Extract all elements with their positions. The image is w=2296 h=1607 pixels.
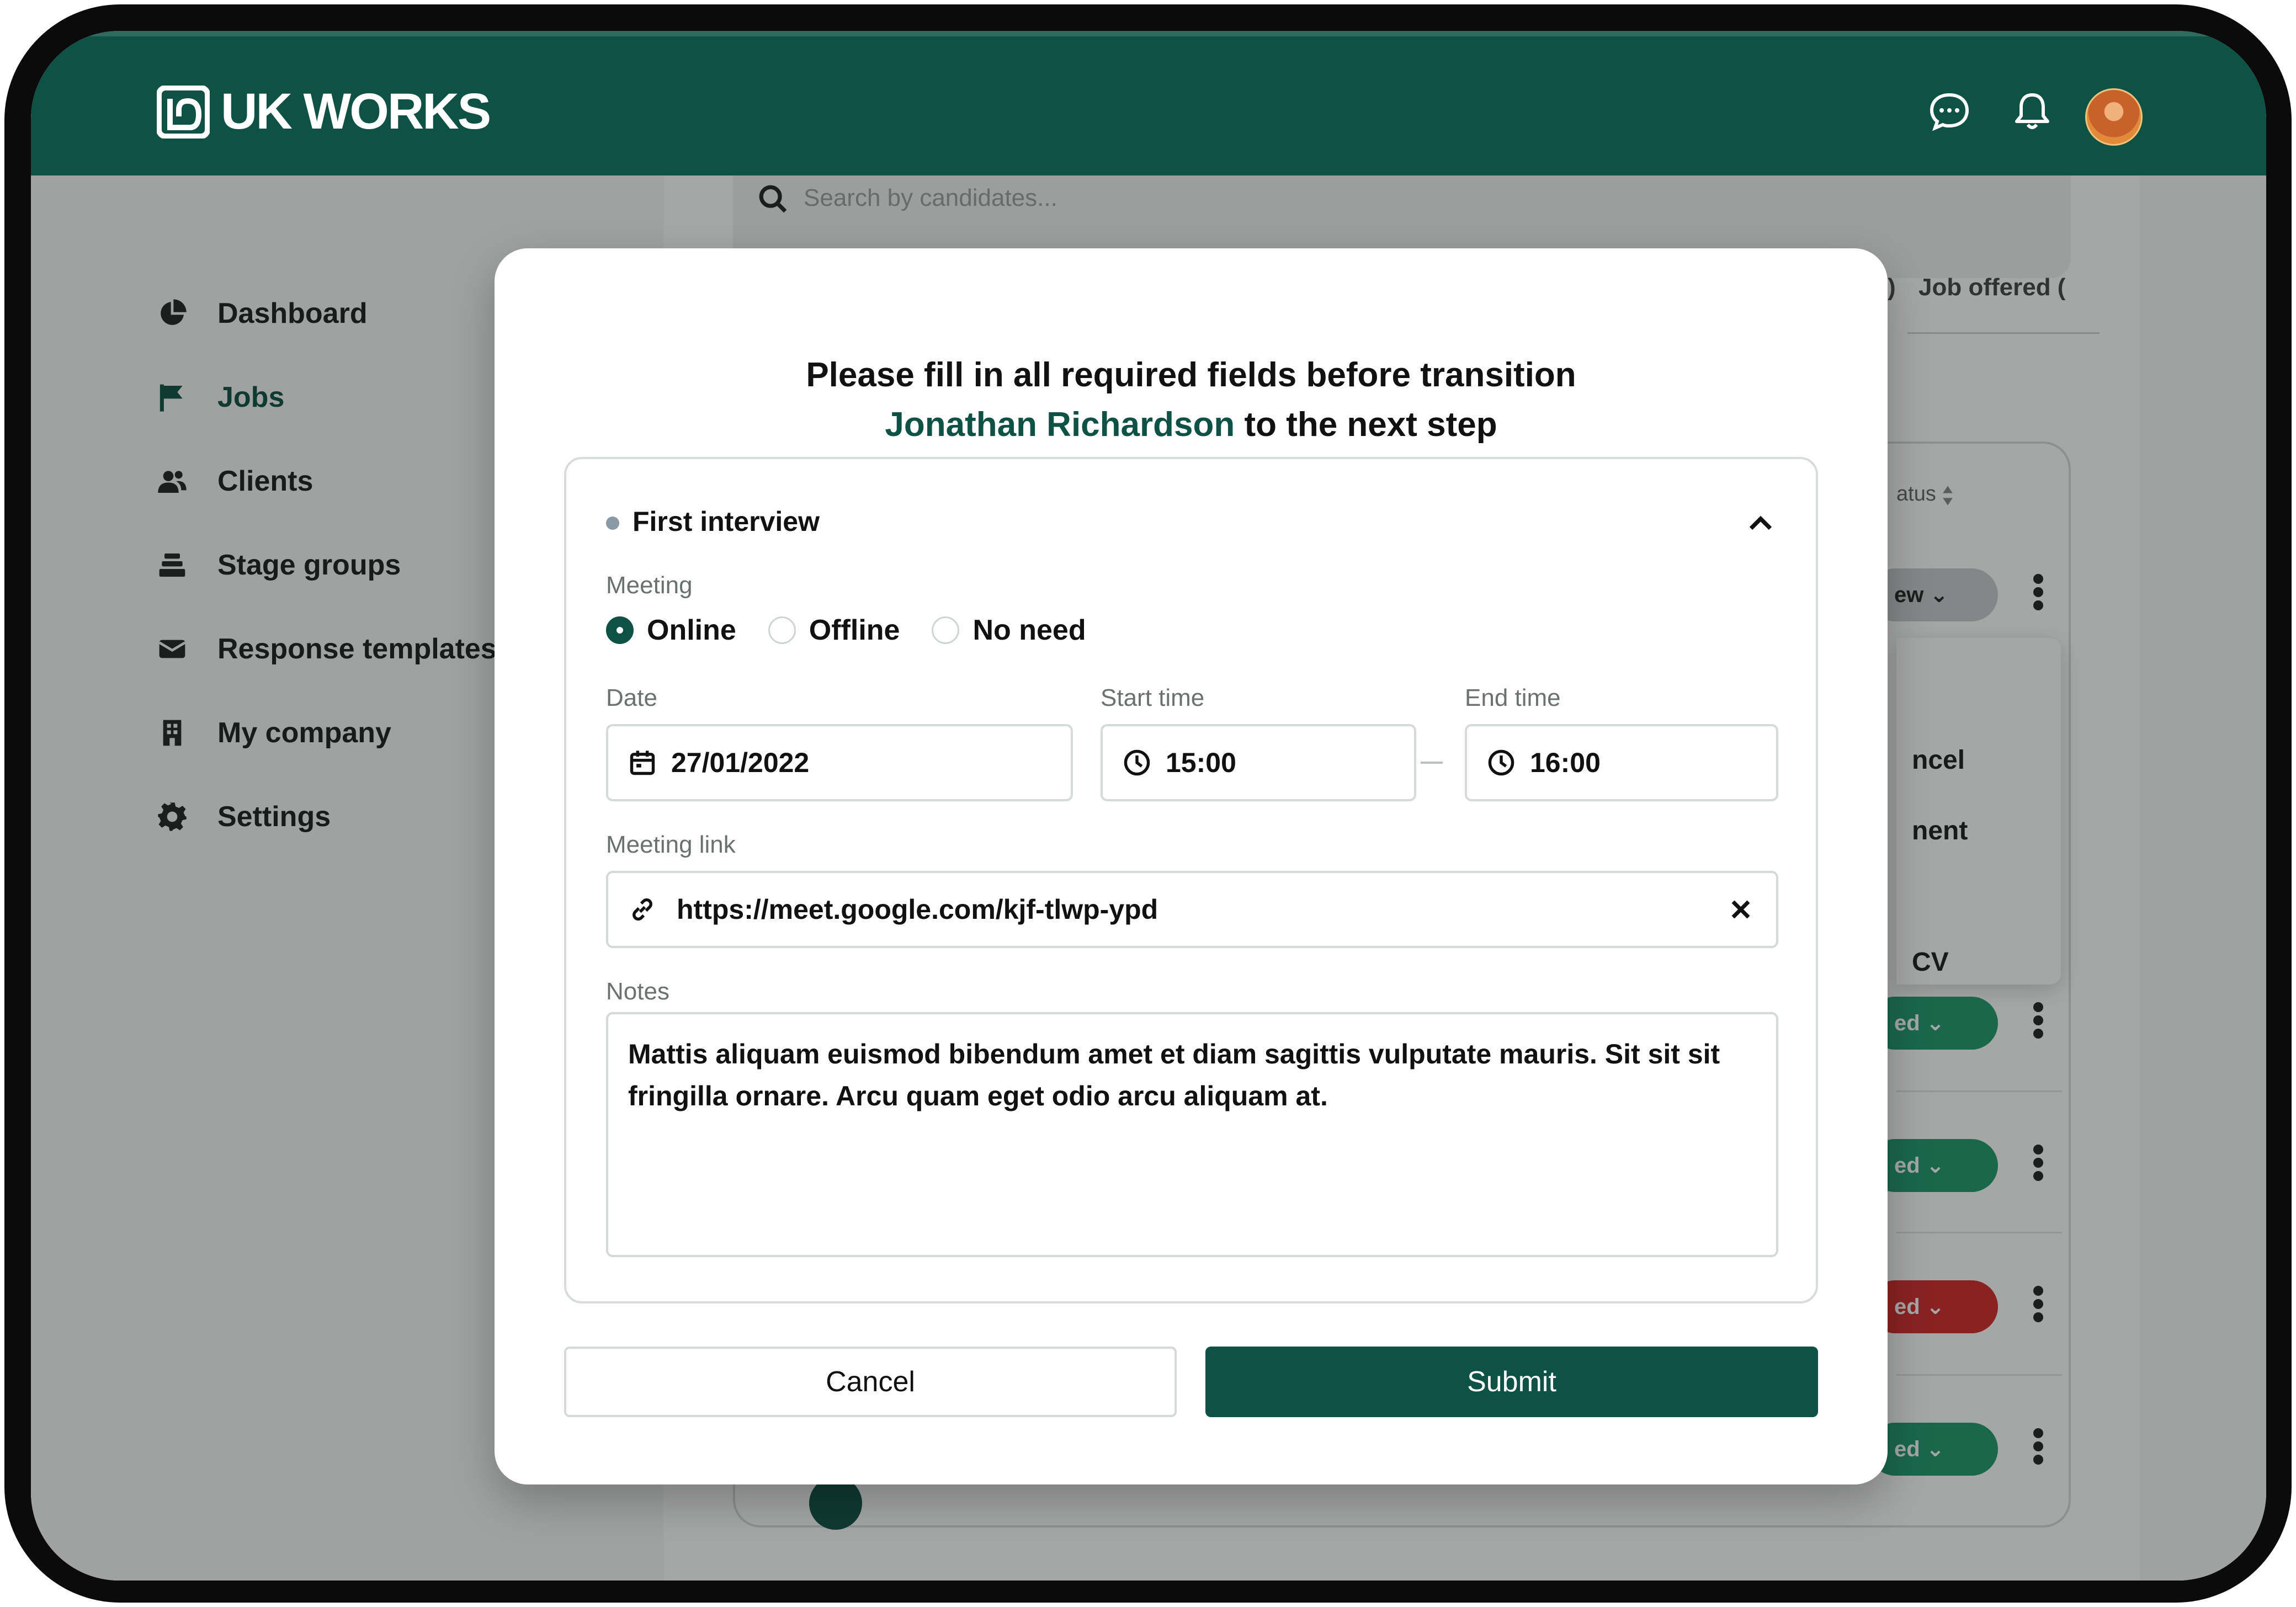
- end-time-field[interactable]: 16:00: [1465, 724, 1778, 801]
- notes-textarea[interactable]: Mattis aliquam euismod bibendum amet et …: [606, 1012, 1778, 1257]
- chat-icon[interactable]: [1927, 89, 1971, 134]
- meeting-label: Meeting: [606, 572, 693, 599]
- radio-no-need[interactable]: No need: [932, 614, 1086, 647]
- meeting-radio-group: Online Offline No need: [606, 614, 1118, 647]
- section-title: First interview: [633, 506, 820, 537]
- date-label: Date: [606, 684, 657, 711]
- meeting-link-field[interactable]: https://meet.google.com/kjf-tlwp-ypd: [606, 871, 1778, 948]
- submit-button[interactable]: Submit: [1205, 1347, 1818, 1417]
- top-bar: UK WORKS: [31, 31, 2266, 175]
- radio-button[interactable]: [932, 616, 960, 644]
- app-screen: UK WORKS Dashboard Jobs Clients Stage gr…: [31, 31, 2266, 1581]
- clock-icon: [1488, 749, 1514, 776]
- modal-subtitle: Jonathan Richardson to the next step: [495, 405, 1888, 444]
- link-icon: [633, 898, 652, 921]
- time-range-separator: [1421, 762, 1443, 764]
- notes-label: Notes: [606, 978, 669, 1005]
- meeting-link-label: Meeting link: [606, 831, 736, 858]
- modal-subtitle-suffix: to the next step: [1235, 406, 1497, 444]
- transition-modal: Please fill in all required fields befor…: [495, 248, 1888, 1484]
- avatar[interactable]: [2085, 88, 2143, 146]
- close-icon[interactable]: [1728, 896, 1754, 923]
- start-time-field[interactable]: 15:00: [1101, 724, 1416, 801]
- radio-button[interactable]: [768, 616, 796, 644]
- meeting-link-value: https://meet.google.com/kjf-tlwp-ypd: [677, 894, 1158, 925]
- end-time-value: 16:00: [1530, 747, 1601, 778]
- radio-offline[interactable]: Offline: [768, 614, 900, 647]
- date-value: 27/01/2022: [671, 747, 810, 778]
- start-time-value: 15:00: [1166, 747, 1236, 778]
- first-interview-section: First interview Meeting Online Offline N…: [564, 457, 1818, 1303]
- brand-logo-icon: [157, 85, 210, 139]
- section-status-dot: [606, 517, 619, 530]
- bell-icon[interactable]: [2010, 89, 2054, 134]
- radio-label: Online: [647, 614, 736, 646]
- radio-button[interactable]: [606, 616, 634, 644]
- radio-label: No need: [972, 614, 1086, 646]
- chevron-up-icon[interactable]: [1744, 508, 1777, 541]
- candidate-name: Jonathan Richardson: [885, 406, 1235, 444]
- date-field[interactable]: 27/01/2022: [606, 724, 1073, 801]
- calendar-icon: [630, 751, 655, 775]
- radio-label: Offline: [809, 614, 900, 646]
- clock-icon: [1124, 749, 1150, 776]
- brand[interactable]: UK WORKS: [157, 83, 491, 141]
- start-time-label: Start time: [1101, 684, 1205, 711]
- radio-online[interactable]: Online: [606, 614, 736, 647]
- modal-title: Please fill in all required fields befor…: [806, 356, 1576, 394]
- end-time-label: End time: [1465, 684, 1561, 711]
- cancel-button[interactable]: Cancel: [564, 1347, 1177, 1417]
- brand-name: UK WORKS: [221, 83, 491, 140]
